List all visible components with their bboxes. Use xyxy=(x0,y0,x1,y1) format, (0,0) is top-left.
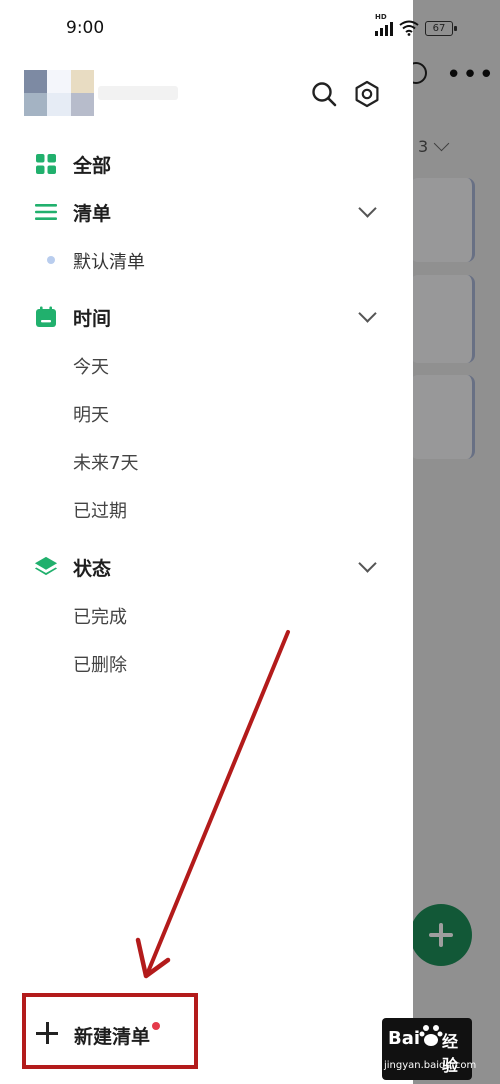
watermark-brand: Bai xyxy=(388,1028,421,1049)
annotation-highlight-box xyxy=(22,993,198,1069)
paw-logo-icon xyxy=(419,1025,443,1046)
watermark-url: jingyan.baidu.com xyxy=(384,1060,477,1071)
watermark: Bai 经验 jingyan.baidu.com xyxy=(382,1018,476,1080)
annotation-arrow xyxy=(135,630,290,979)
